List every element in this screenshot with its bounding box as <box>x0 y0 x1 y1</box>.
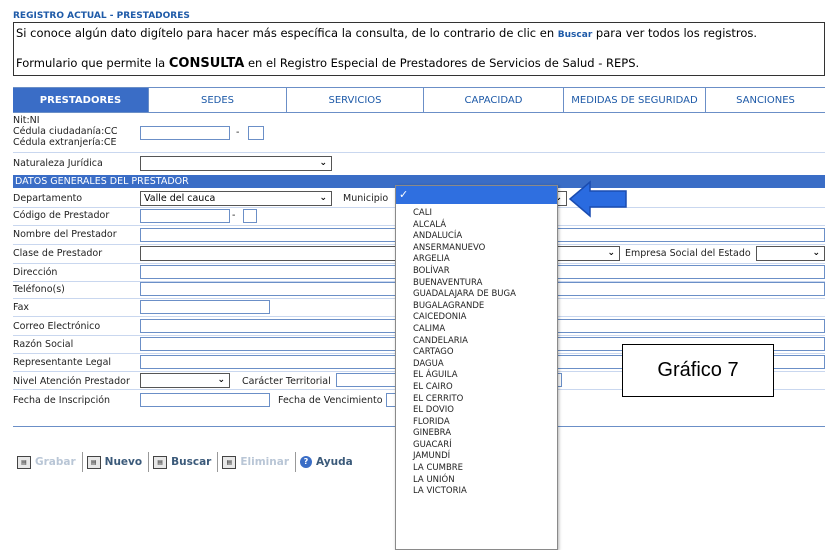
municipio-dropdown-list[interactable]: ✓ CALI ALCALÁ ANDALUCÍA ANSERMANUEVO ARGELIA… <box>395 185 558 550</box>
help-icon: ? <box>300 456 312 468</box>
form-description: Formulario que permite la CONSULTA en el… <box>16 56 640 71</box>
dropdown-option[interactable]: CANDELARIA <box>396 336 557 348</box>
figure-label: Gráfico 7 <box>622 344 774 397</box>
dropdown-option[interactable]: ANSERMANUEVO <box>396 243 557 255</box>
dropdown-option[interactable]: ALCALÁ <box>396 220 557 232</box>
caracter-label: Carácter Territorial <box>242 376 331 387</box>
dropdown-option[interactable]: LA VICTORIA <box>396 486 557 498</box>
grabar-button[interactable]: ▤ Grabar <box>13 452 83 472</box>
tab-sanciones[interactable]: SANCIONES <box>706 88 825 113</box>
nivel-select[interactable]: ⌄ <box>140 373 230 388</box>
tab-sedes[interactable]: SEDES <box>149 88 287 113</box>
tab-capacidad[interactable]: CAPACIDAD <box>424 88 564 113</box>
naturaleza-select[interactable]: ⌄ <box>140 156 332 171</box>
new-icon: ▤ <box>86 455 101 469</box>
search-icon: ▤ <box>153 455 168 469</box>
fecha-vencimiento-label: Fecha de Vencimiento <box>278 395 383 406</box>
action-toolbar: ▤ Grabar ▤ Nuevo ▤ Buscar ▤ Eliminar ? A… <box>13 452 359 472</box>
instructions-line: Si conoce algún dato digítelo para hacer… <box>16 26 758 40</box>
dropdown-option[interactable]: JAMUNDÍ <box>396 451 557 463</box>
municipio-label: Municipio <box>343 193 389 204</box>
departamento-select[interactable]: Valle del cauca ⌄ <box>140 191 332 206</box>
buscar-link[interactable]: Buscar <box>558 30 592 40</box>
nuevo-button[interactable]: ▤ Nuevo <box>83 452 150 472</box>
dropdown-option[interactable]: CARTAGO <box>396 347 557 359</box>
fax-label: Fax <box>13 302 30 313</box>
nivel-label: Nivel Atención Prestador <box>13 376 130 387</box>
codigo-label: Código de Prestador <box>13 210 110 221</box>
representante-label: Representante Legal <box>13 357 112 368</box>
chevron-down-icon: ⌄ <box>812 248 820 258</box>
pointer-arrow-icon <box>568 180 627 218</box>
tab-prestadores[interactable]: PRESTADORES <box>13 88 149 113</box>
departamento-label: Departamento <box>13 193 83 204</box>
dropdown-option[interactable]: BUGALAGRANDE <box>396 301 557 313</box>
dropdown-option[interactable]: CALIMA <box>396 324 557 336</box>
naturaleza-label: Naturaleza Jurídica <box>13 158 103 169</box>
tab-medidas-seguridad[interactable]: MEDIDAS DE SEGURIDAD <box>564 88 706 113</box>
dropdown-option[interactable]: CALI <box>396 208 557 220</box>
buscar-button[interactable]: ▤ Buscar <box>149 452 219 472</box>
instructions-box: Si conoce algún dato digítelo para hacer… <box>13 22 825 76</box>
divider <box>13 152 825 153</box>
dropdown-option[interactable]: ANDALUCÍA <box>396 231 557 243</box>
dropdown-option[interactable]: ARGELIA <box>396 254 557 266</box>
dropdown-option[interactable]: LA UNIÓN <box>396 475 557 487</box>
codigo-input[interactable] <box>140 209 230 223</box>
fax-input[interactable] <box>140 300 270 314</box>
clase-label: Clase de Prestador <box>13 248 103 259</box>
dropdown-option[interactable]: DAGUA <box>396 359 557 371</box>
codigo-dash: - <box>232 210 236 221</box>
nombre-label: Nombre del Prestador <box>13 229 117 240</box>
dropdown-option[interactable]: CAICEDONIA <box>396 312 557 324</box>
delete-icon: ▤ <box>222 455 237 469</box>
cc-label: Cédula ciudadanía:CC <box>13 126 118 137</box>
razon-label: Razón Social <box>13 339 74 350</box>
dropdown-selected-empty[interactable]: ✓ <box>396 186 557 204</box>
chevron-down-icon: ⌄ <box>607 248 615 258</box>
dropdown-option[interactable]: BOLÍVAR <box>396 266 557 278</box>
chevron-down-icon: ⌄ <box>217 375 225 385</box>
save-icon: ▤ <box>17 455 31 469</box>
nit-input[interactable] <box>140 126 230 140</box>
dropdown-option[interactable]: GINEBRA <box>396 428 557 440</box>
fecha-inscripcion-label: Fecha de Inscripción <box>13 395 111 406</box>
dropdown-option[interactable]: EL CERRITO <box>396 394 557 406</box>
dropdown-option[interactable]: EL CAIRO <box>396 382 557 394</box>
nit-label: Nit:NI <box>13 115 40 126</box>
dropdown-option[interactable]: GUADALAJARA DE BUGA <box>396 289 557 301</box>
nit-dash: - <box>236 127 240 138</box>
ayuda-button[interactable]: ? Ayuda <box>296 452 359 472</box>
nit-dv-input[interactable] <box>248 126 264 140</box>
correo-label: Correo Electrónico <box>13 321 101 332</box>
telefono-label: Teléfono(s) <box>13 284 65 295</box>
fecha-inscripcion-input[interactable] <box>140 393 270 407</box>
codigo-sede-input[interactable] <box>243 209 257 223</box>
chevron-down-icon: ⌄ <box>319 158 327 168</box>
tab-bar: PRESTADORES SEDES SERVICIOS CAPACIDAD ME… <box>13 87 825 113</box>
dropdown-option[interactable]: EL ÁGUILA <box>396 370 557 382</box>
checkmark-icon: ✓ <box>399 188 409 201</box>
dropdown-option[interactable]: EL DOVIO <box>396 405 557 417</box>
dropdown-option[interactable]: LA CUMBRE <box>396 463 557 475</box>
dropdown-option[interactable]: BUENAVENTURA <box>396 278 557 290</box>
page-title: REGISTRO ACTUAL - PRESTADORES <box>13 11 190 21</box>
tab-servicios[interactable]: SERVICIOS <box>287 88 424 113</box>
dropdown-options: CALI ALCALÁ ANDALUCÍA ANSERMANUEVO ARGELIA BO… <box>396 204 557 498</box>
dropdown-option[interactable]: GUACARÍ <box>396 440 557 452</box>
dropdown-option[interactable]: FLORIDA <box>396 417 557 429</box>
ce-label: Cédula extranjería:CE <box>13 137 117 148</box>
eliminar-button[interactable]: ▤ Eliminar <box>218 452 296 472</box>
chevron-down-icon: ⌄ <box>319 193 327 203</box>
empresa-select[interactable]: ⌄ <box>756 246 825 261</box>
direccion-label: Dirección <box>13 267 58 278</box>
empresa-label: Empresa Social del Estado <box>625 248 751 259</box>
